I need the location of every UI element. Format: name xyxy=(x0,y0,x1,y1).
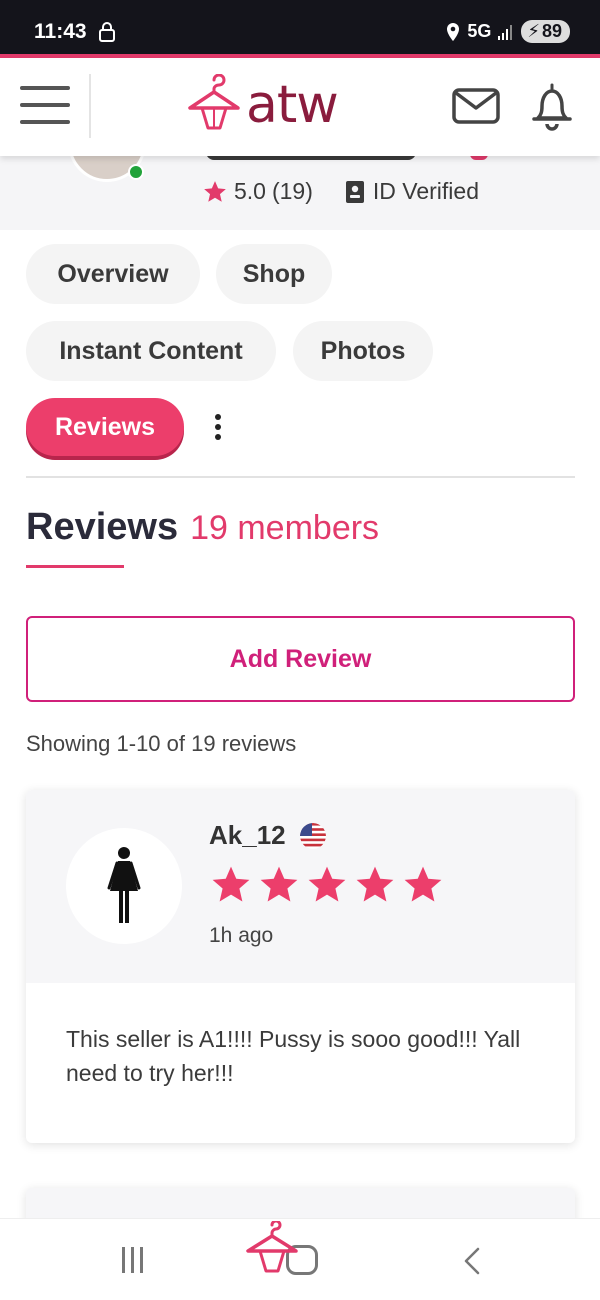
results-count: Showing 1-10 of 19 reviews xyxy=(26,731,297,756)
star-icon xyxy=(204,180,226,202)
recent-apps-button[interactable] xyxy=(122,1247,150,1273)
profile-summary: 5.0 (19) ID Verified xyxy=(0,156,600,230)
tab-reviews[interactable]: Reviews xyxy=(26,398,184,456)
review-star-rating xyxy=(209,864,445,906)
bell-icon[interactable] xyxy=(530,82,574,132)
reviewer-name-row: Ak_12 xyxy=(209,820,326,851)
back-button[interactable] xyxy=(462,1247,482,1275)
star-icon xyxy=(404,866,442,902)
tab-label: Overview xyxy=(57,259,169,288)
star-icon xyxy=(212,866,250,902)
id-card-icon xyxy=(345,180,364,203)
system-nav-bar xyxy=(0,1218,600,1300)
review-timestamp: 1h ago xyxy=(209,924,274,947)
network-type: 5G xyxy=(467,21,492,41)
signal-icon xyxy=(498,24,513,40)
tab-label: Instant Content xyxy=(59,336,243,365)
star-icon xyxy=(356,866,394,902)
reviews-member-count: 19 members xyxy=(190,509,380,547)
online-status-dot xyxy=(128,164,144,180)
reviewer-avatar[interactable] xyxy=(66,828,182,944)
tab-label: Shop xyxy=(242,259,306,288)
reviews-title: Reviews xyxy=(26,506,179,548)
battery-level: 89 xyxy=(541,21,562,41)
tab-label: Photos xyxy=(320,336,406,365)
tab-overview[interactable]: Overview xyxy=(26,244,200,304)
divider xyxy=(26,476,575,478)
menu-icon[interactable] xyxy=(20,86,70,126)
review-text: This seller is A1!!!! Pussy is sooo good… xyxy=(66,1026,521,1086)
seller-name-cutoff xyxy=(206,156,416,160)
tab-photos[interactable]: Photos xyxy=(293,321,433,381)
rating-row: 5.0 (19) ID Verified xyxy=(202,178,479,205)
review-card: Ak_12 1h ago This seller is A1!!!! Pussy… xyxy=(26,790,575,1143)
hanger-logo-icon[interactable] xyxy=(244,1221,300,1281)
review-card-header: Ak_12 1h ago xyxy=(26,790,575,983)
tab-label: Reviews xyxy=(54,412,156,441)
status-time: 11:43 xyxy=(34,20,87,43)
charging-icon: ⚡ xyxy=(527,21,540,41)
female-user-icon xyxy=(107,847,141,923)
add-review-button[interactable]: Add Review xyxy=(26,616,575,702)
rating-value: 5.0 xyxy=(234,178,266,204)
reviewer-name[interactable]: Ak_12 xyxy=(209,820,286,851)
hanger-logo-icon xyxy=(188,74,240,130)
mail-icon[interactable] xyxy=(452,88,500,124)
more-options-icon[interactable] xyxy=(212,414,224,442)
us-flag-icon xyxy=(299,822,326,849)
battery-indicator: ⚡ 89 xyxy=(521,20,570,43)
app-header: atw xyxy=(0,58,600,156)
id-verified-label: ID Verified xyxy=(372,178,479,204)
lock-icon xyxy=(99,22,115,42)
tab-instant-content[interactable]: Instant Content xyxy=(26,321,276,381)
add-review-label: Add Review xyxy=(229,644,372,673)
header-divider xyxy=(89,74,91,138)
status-bar: 11:43 5G ⚡ 89 xyxy=(0,0,600,56)
reviews-heading: Reviews 19 members xyxy=(26,506,379,549)
brand-logo[interactable]: atw xyxy=(186,74,339,136)
location-icon xyxy=(447,22,460,41)
seller-badge-cutoff xyxy=(470,156,488,160)
star-icon xyxy=(308,866,346,902)
heading-underline xyxy=(26,565,124,568)
star-icon xyxy=(260,866,298,902)
rating-count: (19) xyxy=(271,178,313,204)
tab-shop[interactable]: Shop xyxy=(216,244,332,304)
logo-text: atw xyxy=(246,75,339,135)
